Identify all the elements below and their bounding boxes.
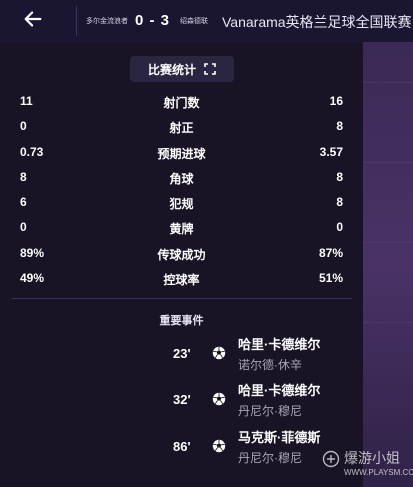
section-divider (12, 298, 352, 299)
event-item: 23' 哈里·卡德维尔 诺尔德·休辛 (0, 334, 363, 374)
event-scorer: 哈里·卡德维尔 (238, 383, 321, 398)
stat-row-fouls: 6 犯规 8 (0, 195, 363, 215)
stat-away-value: 8 (336, 119, 343, 133)
competition-name: Vanarama英格兰足球全国联赛 (222, 14, 412, 30)
stat-row-corners: 8 角球 8 (0, 170, 363, 190)
stat-away-value: 16 (329, 94, 343, 108)
watermark-text: 爆游小姐 (344, 451, 400, 467)
stat-away-value: 87% (318, 246, 343, 260)
event-item: 86' 马克斯·菲德斯 丹尼尔·穆尼 (0, 427, 363, 467)
football-icon (212, 392, 226, 406)
stat-row-shots-on-target: 0 射正 8 (0, 119, 363, 139)
event-assist: 丹尼尔·穆尼 (238, 404, 302, 418)
stat-away-value: 0 (336, 220, 343, 234)
away-team-name: 绍森德联 (180, 18, 208, 25)
stat-row-pass-completion: 89% 传球成功 87% (0, 246, 363, 266)
watermark: 爆游小姐 WWW.PLAYSM.CC (322, 448, 413, 484)
event-minute: 23' (173, 346, 191, 361)
stat-row-shots: 11 射门数 16 (0, 94, 363, 114)
stat-label: 预期进球 (157, 147, 206, 161)
event-scorer: 马克斯·菲德斯 (238, 430, 321, 445)
back-arrow-icon (22, 8, 44, 35)
match-stats-button[interactable]: 比赛统计 (130, 56, 234, 82)
match-stats-label: 比赛统计 (147, 62, 196, 77)
stat-label: 射正 (169, 121, 194, 135)
stat-label: 控球率 (163, 273, 200, 287)
back-button[interactable] (20, 9, 46, 33)
event-assist: 丹尼尔·穆尼 (238, 451, 302, 465)
event-minute: 32' (173, 392, 191, 407)
stat-away-value: 51% (318, 271, 343, 285)
stat-row-possession: 49% 控球率 51% (0, 271, 363, 291)
stat-label: 角球 (169, 172, 194, 186)
stat-label: 犯规 (169, 197, 194, 211)
background-strip (363, 42, 413, 487)
home-team-name: 多尔金流浪者 (86, 18, 128, 25)
event-item: 32' 哈里·卡德维尔 丹尼尔·穆尼 (0, 380, 363, 420)
header-divider (76, 6, 77, 36)
match-score: 0 - 3 (135, 12, 171, 29)
watermark-logo-icon (322, 450, 340, 468)
stat-label: 黄牌 (169, 222, 194, 236)
expand-icon (204, 63, 216, 75)
stat-away-value: 8 (336, 170, 343, 184)
watermark-url: WWW.PLAYSM.CC (344, 468, 413, 477)
stat-label: 传球成功 (157, 248, 206, 262)
stat-label: 射门数 (163, 96, 200, 110)
event-minute: 86' (173, 439, 191, 454)
football-icon (212, 439, 226, 453)
top-bar: 多尔金流浪者 0 - 3 绍森德联 Vanarama英格兰足球全国联赛 (0, 0, 413, 43)
event-scorer: 哈里·卡德维尔 (238, 337, 321, 352)
key-events-title: 重要事件 (159, 315, 204, 327)
stat-away-value: 3.57 (319, 145, 343, 159)
stat-away-value: 8 (336, 195, 343, 209)
stat-row-yellow-cards: 0 黄牌 0 (0, 220, 363, 240)
stat-row-expected-goals: 0.73 预期进球 3.57 (0, 145, 363, 165)
football-icon (212, 346, 226, 360)
event-assist: 诺尔德·休辛 (238, 358, 302, 372)
